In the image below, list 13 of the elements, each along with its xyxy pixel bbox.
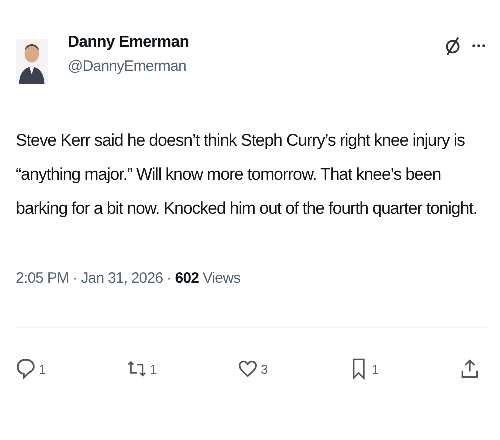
slashed-circle-icon[interactable]	[444, 36, 462, 56]
action-count: 3	[261, 362, 268, 376]
share-icon[interactable]	[460, 358, 480, 380]
tweet-timestamp: 2:05 PM · Jan 31, 2026 · 602 Views	[16, 270, 242, 287]
author-handle[interactable]: @DannyEmerman	[68, 58, 190, 75]
heart-icon[interactable]	[238, 358, 258, 380]
more-icon[interactable]	[472, 44, 486, 48]
action-count: 1	[39, 362, 46, 376]
action-count: 1	[372, 362, 380, 376]
reply-icon[interactable]	[16, 358, 36, 380]
tweet-text: Steve Kerr said he doesn’t think Steph Curry’s right knee injury is “anything major.” Will know more tomorrow. That knee’s been barking for a bit now. Knocked him out of the fourth quarter tonight.	[16, 130, 478, 220]
action-count: 1	[150, 362, 158, 376]
author-name[interactable]: Danny Emerman	[68, 34, 190, 52]
